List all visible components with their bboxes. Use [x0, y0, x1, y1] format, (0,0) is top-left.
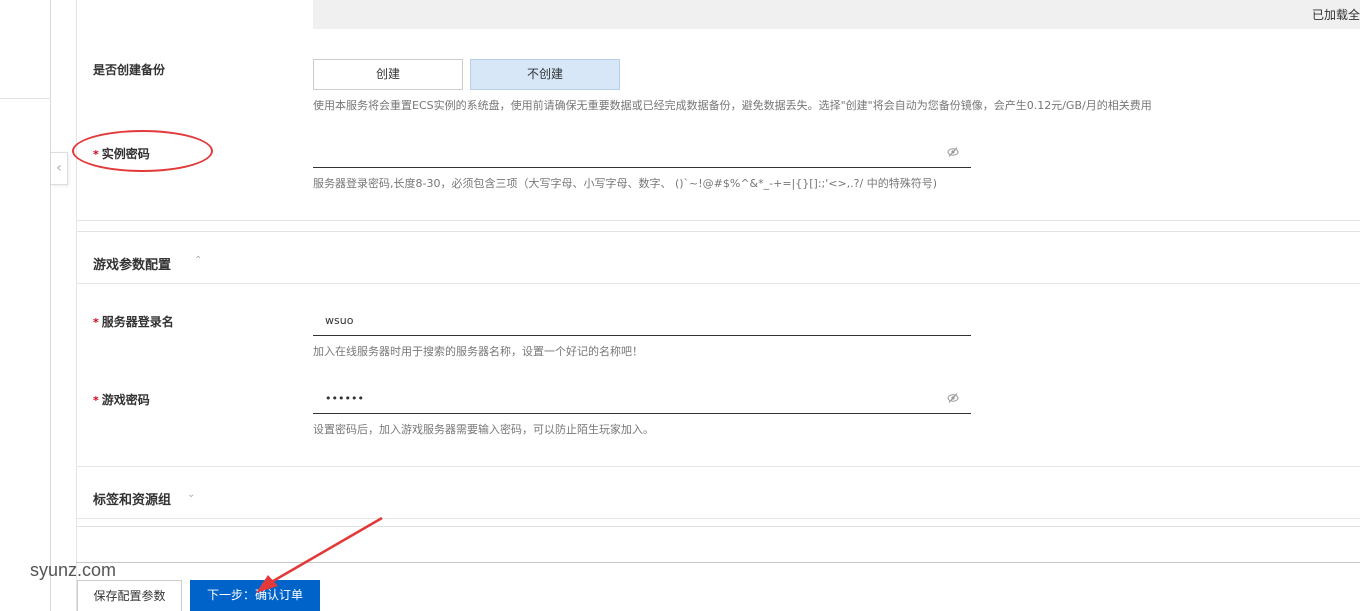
- save-config-button[interactable]: 保存配置参数: [77, 580, 182, 611]
- server-name-input[interactable]: wsuo: [313, 308, 971, 336]
- server-name-label: * 服务器登录名: [93, 313, 174, 330]
- server-name-value: wsuo: [325, 314, 354, 327]
- chevron-left-icon: ‹: [56, 160, 62, 176]
- eye-slash-icon[interactable]: [947, 147, 959, 157]
- instance-password-label: * 实例密码: [93, 145, 150, 162]
- loaded-status-bar: 已加载全: [313, 0, 1360, 29]
- required-mark: *: [93, 148, 99, 161]
- instance-password-label-text: 实例密码: [101, 147, 150, 161]
- backup-no-create-option[interactable]: 不创建: [470, 59, 620, 90]
- game-password-value: ••••••: [325, 392, 364, 405]
- tags-section-title[interactable]: 标签和资源组: [93, 489, 171, 508]
- game-password-input[interactable]: ••••••: [313, 386, 971, 414]
- instance-password-input[interactable]: [313, 140, 971, 168]
- section-divider: [77, 283, 1360, 284]
- backup-label: 是否创建备份: [93, 63, 166, 77]
- game-password-label: * 游戏密码: [93, 391, 150, 408]
- loaded-status-text: 已加载全: [1311, 8, 1360, 22]
- server-name-label-text: 服务器登录名: [101, 315, 174, 329]
- server-name-help: 加入在线服务器时用于搜索的服务器名称，设置一个好记的名称吧！: [313, 345, 643, 358]
- instance-password-help: 服务器登录密码,长度8-30，必须包含三项（大写字母、小写字母、数字、 ()`~…: [313, 177, 938, 190]
- sidebar-collapse-button[interactable]: ‹: [51, 152, 68, 185]
- section-divider: [77, 518, 1360, 519]
- required-mark: *: [93, 394, 99, 407]
- game-section-title[interactable]: 游戏参数配置: [93, 254, 171, 273]
- sidebar-divider: [0, 98, 51, 99]
- required-mark: *: [93, 316, 99, 329]
- game-password-help: 设置密码后，加入游戏服务器需要输入密码，可以防止陌生玩家加入。: [313, 423, 654, 436]
- section-divider: [77, 466, 1360, 467]
- chevron-up-icon[interactable]: ⌃: [194, 255, 202, 266]
- left-sidebar: [0, 0, 51, 611]
- chevron-down-icon[interactable]: ⌄: [187, 489, 195, 500]
- backup-create-option[interactable]: 创建: [313, 59, 463, 90]
- next-confirm-order-button[interactable]: 下一步：确认订单: [190, 580, 320, 611]
- game-settings-card: [76, 231, 1360, 527]
- footer-divider: [76, 562, 1360, 563]
- eye-slash-icon[interactable]: [947, 393, 959, 403]
- backup-help-text: 使用本服务将会重置ECS实例的系统盘，使用前请确保无重要数据或已经完成数据备份，…: [313, 99, 1152, 112]
- watermark-text: syunz.com: [30, 560, 117, 580]
- game-password-label-text: 游戏密码: [101, 393, 150, 407]
